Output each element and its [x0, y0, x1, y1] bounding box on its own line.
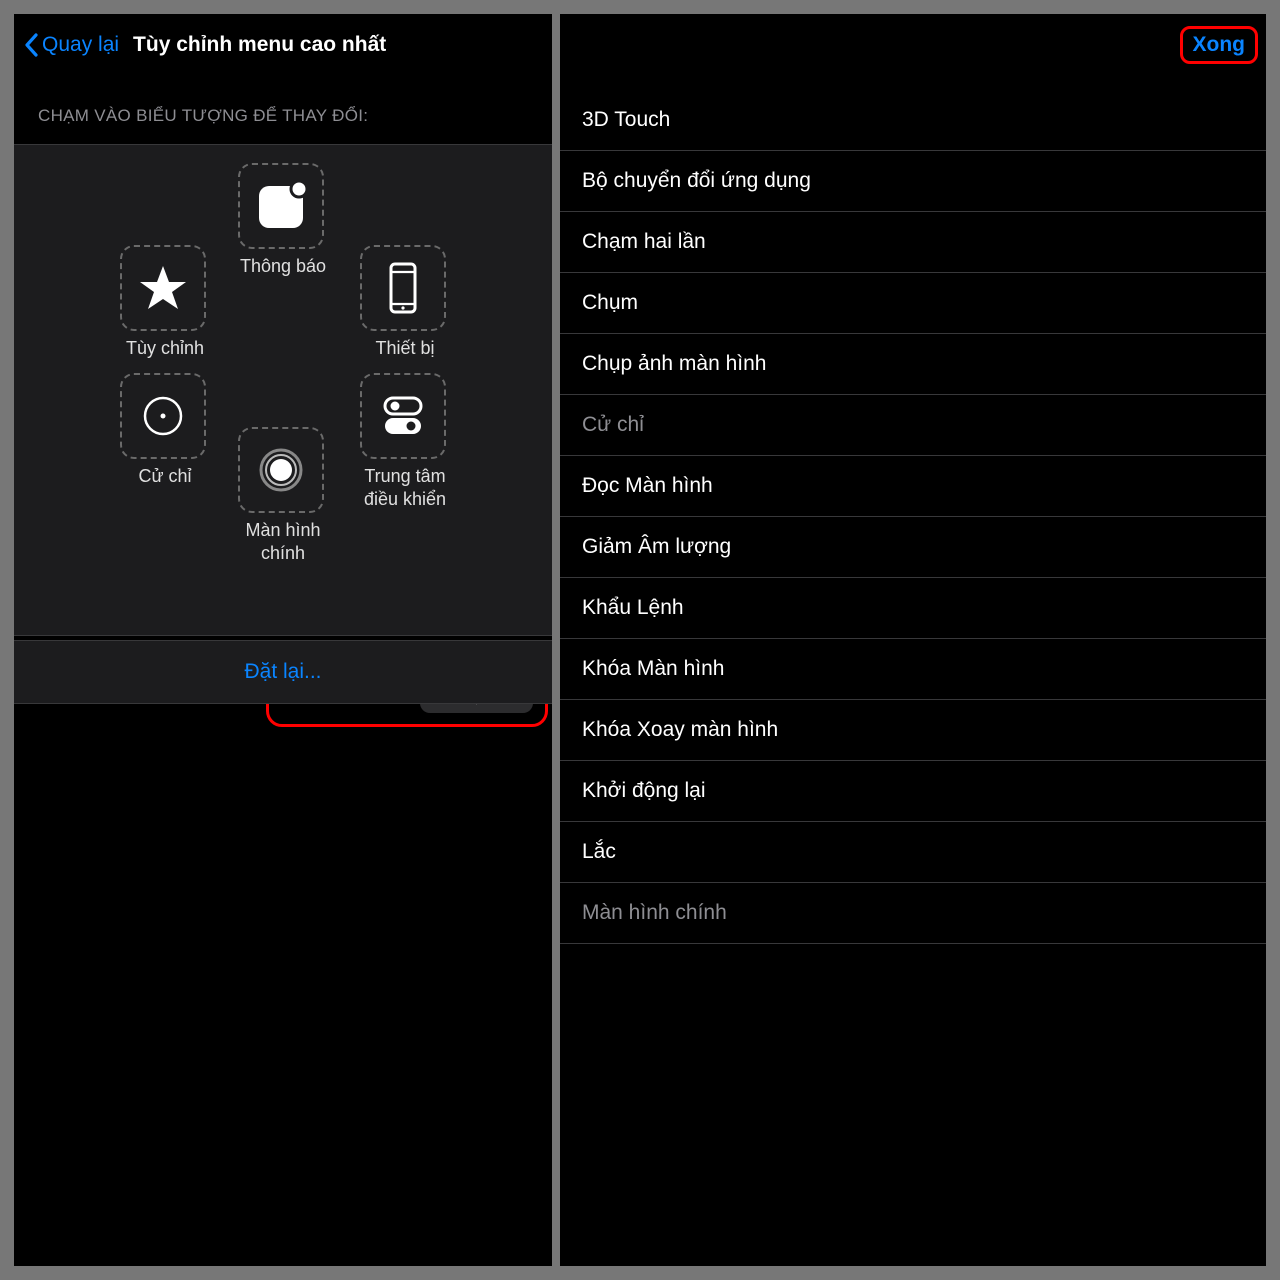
icon-grid: Thông báo Tùy chỉnh Thiết bị [14, 144, 552, 636]
list-item[interactable]: Khởi động lại [560, 761, 1266, 822]
slot-device: Thiết bị [360, 245, 450, 360]
list-item: Màn hình chính [560, 883, 1266, 944]
home-icon-box[interactable] [238, 427, 324, 513]
list-item[interactable]: Bộ chuyển đổi ứng dụng [560, 151, 1266, 212]
action-list-panel: Xong 3D TouchBộ chuyển đổi ứng dụngChạm … [560, 14, 1266, 1266]
back-button[interactable]: Quay lại [24, 33, 119, 57]
gesture-icon-box[interactable] [120, 373, 206, 459]
toggles-icon [375, 388, 431, 444]
slot-custom: Tùy chỉnh [120, 245, 210, 360]
done-label: Xong [1193, 33, 1246, 56]
list-item[interactable]: Chạm hai lần [560, 212, 1266, 273]
slot-label: Thiết bị [360, 337, 450, 360]
control-center-icon-box[interactable] [360, 373, 446, 459]
reset-label: Đặt lại... [244, 660, 321, 684]
back-label: Quay lại [42, 33, 119, 57]
star-icon [135, 260, 191, 316]
slot-label: Cử chỉ [120, 465, 210, 488]
gesture-icon [135, 388, 191, 444]
slot-control-center: Trung tâm điều khiển [360, 373, 450, 510]
list-item[interactable]: Lắc [560, 822, 1266, 883]
section-hint: CHẠM VÀO BIỂU TƯỢNG ĐỂ THAY ĐỔI: [14, 76, 552, 144]
action-list: 3D TouchBộ chuyển đổi ứng dụngChạm hai l… [560, 76, 1266, 944]
header: Quay lại Tùy chỉnh menu cao nhất [14, 14, 552, 76]
list-item: Cử chỉ [560, 395, 1266, 456]
done-button[interactable]: Xong [1180, 26, 1259, 64]
custom-icon-box[interactable] [120, 245, 206, 331]
slot-gesture: Cử chỉ [120, 373, 210, 488]
list-item[interactable]: Giảm Âm lượng [560, 517, 1266, 578]
chevron-left-icon [24, 33, 38, 57]
customize-menu-panel: Quay lại Tùy chỉnh menu cao nhất CHẠM VÀ… [14, 14, 552, 1266]
header: Xong [560, 14, 1266, 76]
slot-home: Màn hình chính [238, 427, 328, 564]
list-item[interactable]: Chụp ảnh màn hình [560, 334, 1266, 395]
list-item[interactable]: Khẩu Lệnh [560, 578, 1266, 639]
home-button-icon [253, 442, 309, 498]
slot-notifications: Thông báo [238, 163, 328, 278]
list-item[interactable]: Đọc Màn hình [560, 456, 1266, 517]
list-item[interactable]: Khóa Xoay màn hình [560, 700, 1266, 761]
slot-label: Trung tâm điều khiển [360, 465, 450, 510]
list-item[interactable]: Chụm [560, 273, 1266, 334]
page-title: Tùy chỉnh menu cao nhất [133, 33, 386, 57]
list-item[interactable]: 3D Touch [560, 90, 1266, 151]
reset-button[interactable]: Đặt lại... [14, 640, 552, 704]
device-icon [375, 260, 431, 316]
notifications-icon [253, 178, 309, 234]
notifications-icon-box[interactable] [238, 163, 324, 249]
slot-label: Màn hình chính [238, 519, 328, 564]
slot-label: Thông báo [238, 255, 328, 278]
device-icon-box[interactable] [360, 245, 446, 331]
slot-label: Tùy chỉnh [120, 337, 210, 360]
list-item[interactable]: Khóa Màn hình [560, 639, 1266, 700]
